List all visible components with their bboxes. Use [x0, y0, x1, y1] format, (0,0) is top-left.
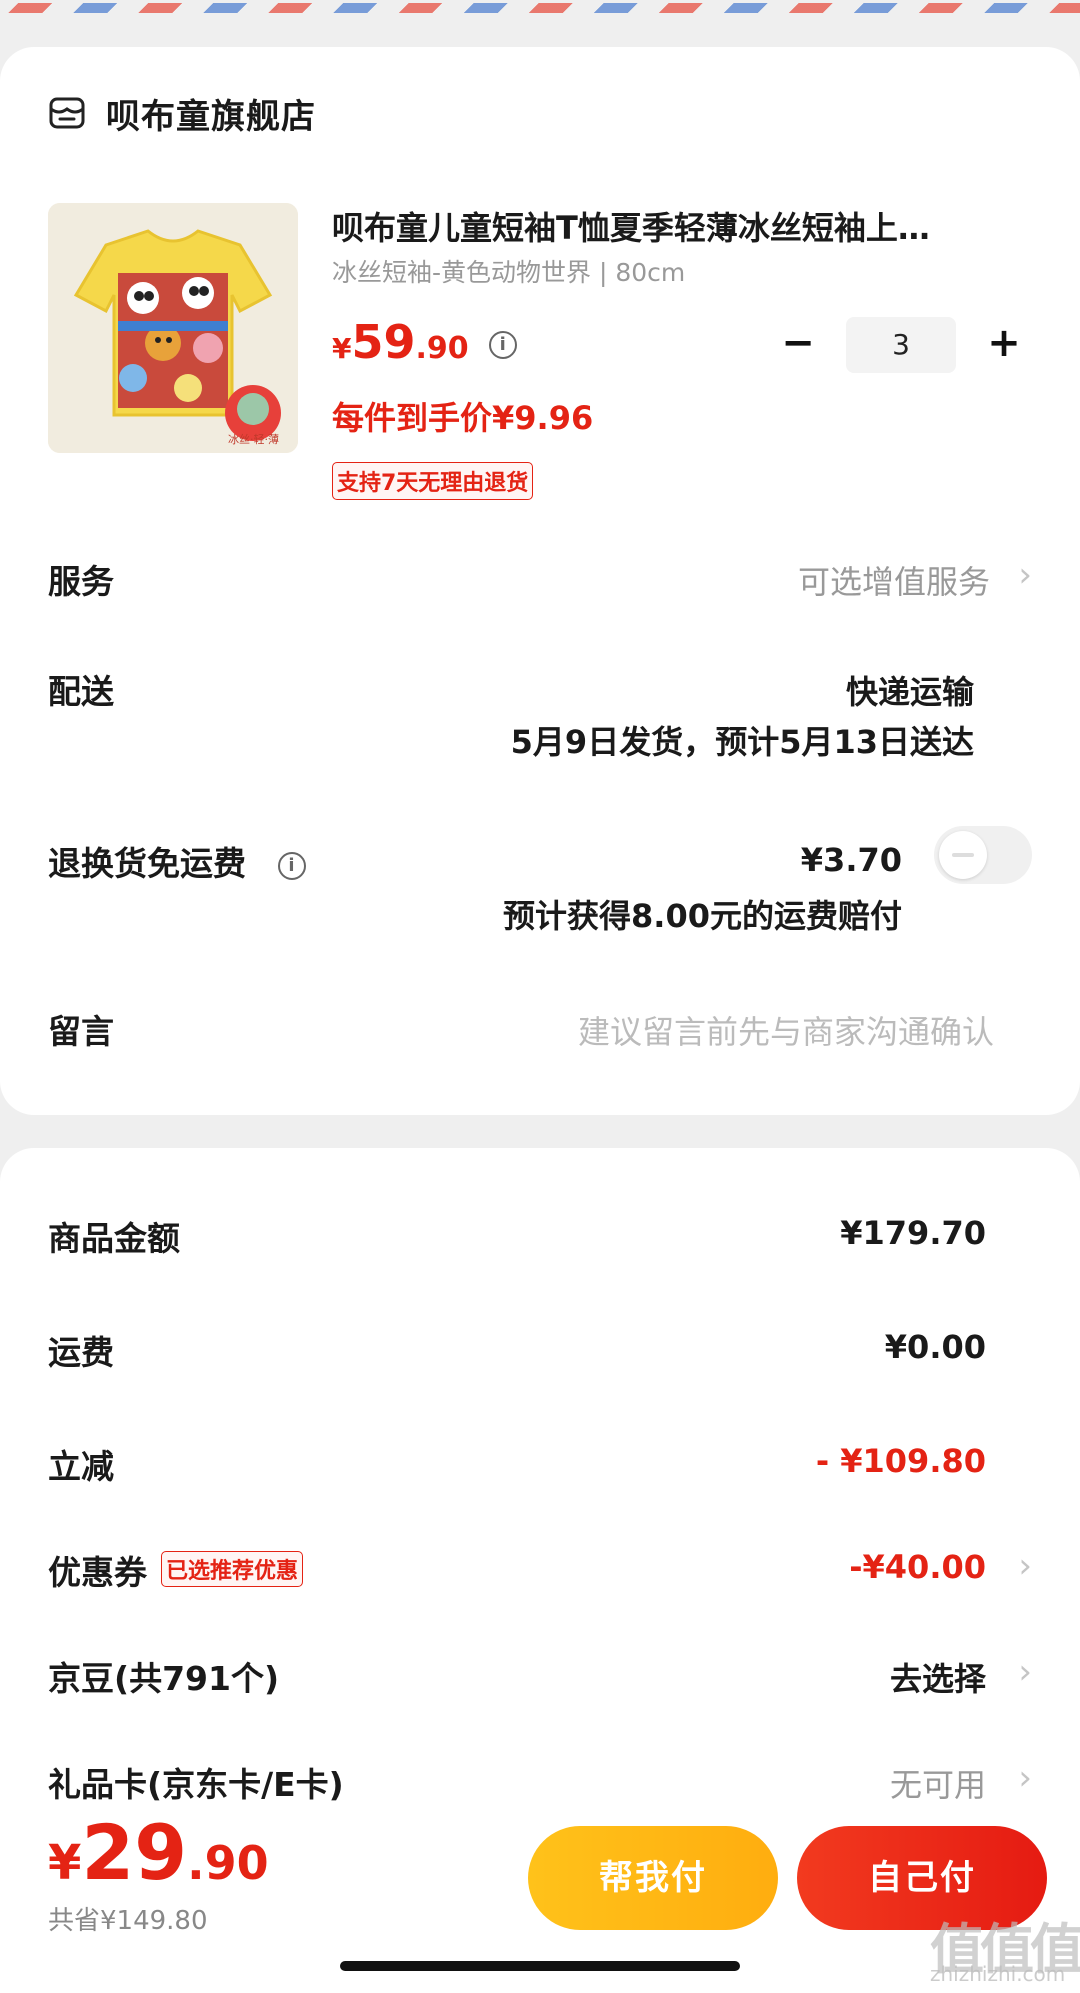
store-header[interactable]: 呗布童旗舰店 — [48, 85, 316, 141]
order-item-card: 呗布童旗舰店 冰丝·轻·薄 呗布童儿童短袖T恤夏季轻薄冰丝短袖上… 冰丝短袖-黄… — [0, 47, 1080, 1115]
help-me-pay-button[interactable]: 帮我付 — [528, 1826, 778, 1930]
increase-button[interactable]: + — [976, 317, 1032, 373]
service-value[interactable]: 可选增值服务 — [798, 557, 990, 603]
product-title[interactable]: 呗布童儿童短袖T恤夏季轻薄冰丝短袖上… — [332, 203, 1012, 249]
chevron-right-icon[interactable]: › — [1012, 555, 1032, 595]
service-label: 服务 — [48, 562, 114, 601]
info-icon[interactable]: i — [488, 331, 517, 359]
price-currency: ¥ — [332, 332, 352, 365]
total-integer: 29 — [81, 1808, 188, 1897]
delivery-schedule[interactable]: 5月9日发货，预计5月13日送达 — [511, 717, 974, 763]
toggle-knob — [939, 831, 987, 879]
coupon-label: 优惠券 — [48, 1553, 147, 1592]
info-icon[interactable]: i — [277, 852, 306, 880]
home-indicator[interactable] — [340, 1961, 740, 1971]
chevron-right-icon[interactable]: › — [1012, 1758, 1032, 1798]
quantity-stepper: − 3 + — [770, 317, 1032, 373]
chevron-right-icon[interactable]: › — [1012, 1546, 1032, 1586]
return-policy-tag: 支持7天无理由退货 — [332, 462, 534, 500]
goods-amount-label: 商品金额 — [48, 1219, 180, 1258]
shipping-fee-value: ¥0.00 — [884, 1328, 986, 1366]
total-saved: 共省¥149.80 — [48, 1906, 208, 1936]
delivery-label: 配送 — [48, 672, 114, 711]
store-name: 呗布童旗舰店 — [106, 96, 316, 137]
coupon-row[interactable]: 优惠券 已选推荐优惠 — [48, 1546, 304, 1594]
message-label: 留言 — [48, 1012, 114, 1051]
return-shipping-toggle[interactable] — [934, 826, 1032, 884]
final-unit-price: 每件到手价¥9.96 — [332, 399, 594, 437]
tshirt-image: 冰丝·轻·薄 — [48, 203, 298, 453]
total-decimal: .90 — [187, 1836, 269, 1890]
message-input[interactable]: 建议留言前先与商家沟通确认 — [578, 1007, 994, 1053]
product-spec[interactable]: 冰丝短袖-黄色动物世界 | 80cm — [332, 253, 685, 289]
store-icon — [49, 97, 85, 129]
price-decimal: .90 — [415, 331, 469, 366]
coupon-value[interactable]: -¥40.00 — [849, 1548, 986, 1586]
return-shipping-label: 退换货免运费 i — [48, 837, 306, 885]
delivery-method[interactable]: 快递运输 — [846, 667, 974, 713]
image-badge-text: 冰丝·轻·薄 — [228, 432, 279, 446]
goods-amount-value: ¥179.70 — [840, 1214, 986, 1252]
jd-beans-value[interactable]: 去选择 — [890, 1654, 986, 1700]
price-integer: 59 — [351, 315, 416, 369]
gift-card-value[interactable]: 无可用 — [890, 1760, 986, 1806]
return-shipping-note: 预计获得8.00元的运费赔付 — [503, 897, 902, 935]
decrease-button[interactable]: − — [770, 317, 826, 373]
shipping-fee-label: 运费 — [48, 1333, 114, 1372]
product-image[interactable]: 冰丝·轻·薄 — [48, 203, 298, 453]
return-shipping-price: ¥3.70 — [800, 841, 902, 879]
instant-discount-label: 立减 — [48, 1447, 114, 1486]
total-currency: ¥ — [48, 1835, 82, 1891]
total-price: ¥ 29 .90 — [48, 1808, 269, 1897]
instant-discount-value: - ¥109.80 — [815, 1442, 986, 1480]
product-price: ¥ 59 .90 i — [332, 315, 517, 369]
jd-beans-label: 京豆(共791个) — [48, 1659, 280, 1698]
quantity-value[interactable]: 3 — [846, 317, 956, 373]
watermark-domain: zhizhizhi.com — [930, 1962, 1066, 1986]
chevron-right-icon[interactable]: › — [1012, 1652, 1032, 1692]
return-shipping-text: 退换货免运费 — [48, 844, 246, 883]
coupon-tag: 已选推荐优惠 — [161, 1551, 304, 1587]
gift-card-label: 礼品卡(京东卡/E卡) — [48, 1765, 344, 1804]
